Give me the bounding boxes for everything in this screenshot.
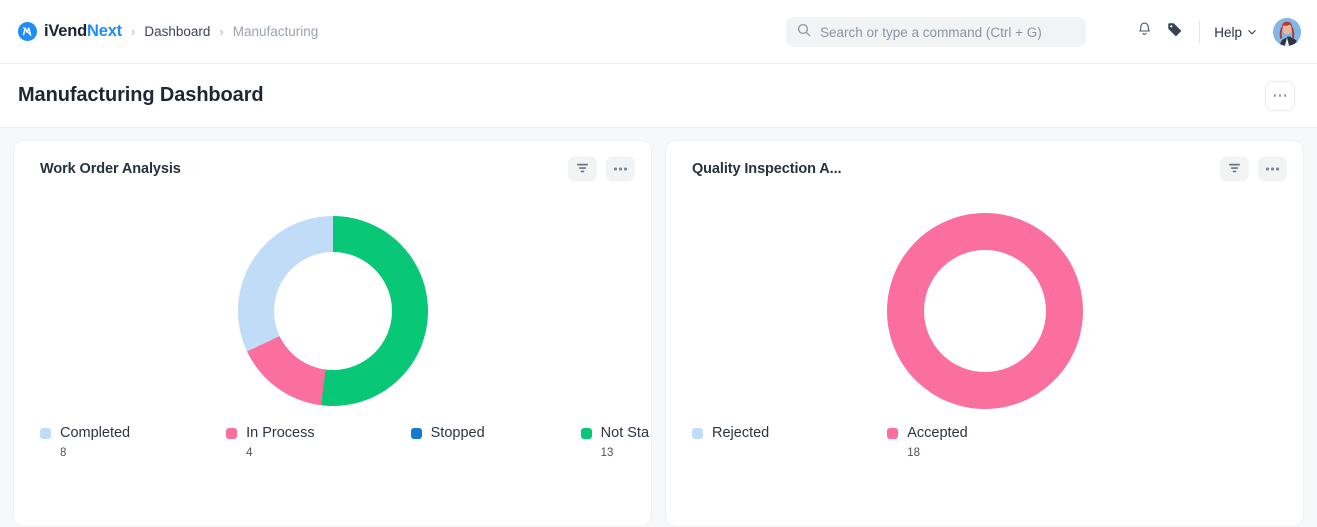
legend-value: 13 [600, 447, 614, 459]
donut-ring[interactable] [237, 216, 428, 406]
page-menu-button[interactable] [1265, 80, 1295, 111]
card-work-order-analysis: Work Order Analysis Completed 8 In Proce… [13, 140, 652, 527]
legend-label: Rejected [712, 425, 770, 441]
dashboard-body: Work Order Analysis Completed 8 In Proce… [0, 128, 1317, 527]
quality-inspection-donut-chart [666, 197, 1303, 425]
search-box[interactable] [786, 17, 1086, 47]
brand-text-secondary: Next [87, 22, 122, 40]
legend-swatch [692, 427, 703, 439]
chart-legend: Rejected Accepted 18 [666, 425, 1303, 461]
card-header: Work Order Analysis [14, 141, 651, 197]
filter-button[interactable] [1220, 156, 1249, 182]
card-menu-button[interactable] [606, 156, 635, 182]
legend-item[interactable]: Stopped [410, 425, 485, 461]
card-actions [1220, 156, 1287, 182]
legend-item[interactable]: Accepted 18 [887, 425, 968, 461]
page-header: Manufacturing Dashboard [0, 64, 1317, 128]
search-input[interactable] [820, 24, 1060, 40]
tag-icon [1166, 21, 1183, 43]
legend-swatch [887, 427, 899, 439]
legend-value: 18 [907, 447, 921, 459]
notifications-button[interactable] [1129, 17, 1159, 47]
tags-button[interactable] [1159, 17, 1189, 47]
breadcrumb-dashboard[interactable]: Dashboard [144, 24, 210, 39]
page-title: Manufacturing Dashboard [18, 84, 264, 106]
legend-row: Accepted [887, 425, 968, 441]
card-quality-inspection-analysis: Quality Inspection A... Rejected Accepte… [665, 140, 1304, 527]
donut-ring[interactable] [886, 213, 1083, 409]
legend-row: In Process [226, 425, 315, 441]
ivendnext-logo-icon [18, 22, 37, 41]
card-header: Quality Inspection A... [666, 141, 1303, 197]
card-title: Quality Inspection A... [692, 161, 842, 177]
navbar-divider [1199, 21, 1201, 43]
card-actions [568, 156, 635, 182]
legend-label: Completed [60, 425, 131, 441]
card-menu-button[interactable] [1258, 156, 1287, 182]
legend-label: In Process [246, 425, 315, 441]
legend-value [431, 447, 485, 461]
legend-swatch [40, 427, 51, 439]
donut-hole [923, 250, 1046, 372]
donut-hole [273, 252, 392, 370]
navbar-right-actions: Help [1129, 0, 1301, 64]
legend-value [712, 447, 769, 461]
legend-value: 8 [60, 447, 67, 459]
breadcrumb-separator-2: › [219, 24, 224, 39]
legend-item[interactable]: Not Sta 13 [580, 425, 650, 461]
legend-item[interactable]: In Process 4 [226, 425, 315, 461]
legend-item[interactable]: Completed 8 [40, 425, 130, 461]
legend-label: Not Sta [600, 425, 650, 441]
avatar[interactable] [1273, 18, 1301, 46]
legend-row: Rejected [692, 425, 769, 441]
filter-icon [576, 160, 589, 178]
filter-icon [1228, 160, 1241, 178]
legend-row: Not Sta [580, 425, 650, 441]
help-label: Help [1214, 24, 1242, 40]
ellipsis-icon [1273, 94, 1287, 97]
legend-label: Stopped [430, 425, 485, 441]
brand-logo[interactable]: iVendNext [18, 22, 122, 41]
help-menu-button[interactable]: Help [1212, 21, 1259, 44]
ellipsis-icon [614, 167, 627, 171]
chevron-down-icon [1247, 25, 1257, 40]
legend-item[interactable]: Rejected [692, 425, 769, 461]
legend-swatch [410, 427, 422, 439]
work-order-donut-chart [14, 197, 651, 425]
bell-icon [1136, 21, 1153, 43]
filter-button[interactable] [568, 156, 597, 182]
legend-value: 4 [246, 447, 253, 459]
search-icon [797, 23, 811, 42]
brand-text-primary: iVend [44, 22, 88, 40]
legend-row: Completed [40, 425, 130, 441]
chart-legend: Completed 8 In Process 4 Stopped Not Sta 13 [14, 425, 651, 461]
top-navbar: iVendNext › Dashboard › Manufacturing Se… [0, 0, 1317, 64]
card-title: Work Order Analysis [40, 161, 181, 177]
legend-row: Stopped [410, 425, 485, 441]
page-header-actions [1265, 80, 1295, 111]
legend-swatch [226, 427, 238, 439]
ellipsis-icon [1266, 167, 1279, 171]
legend-label: Accepted [907, 425, 968, 441]
global-search[interactable] [786, 17, 1086, 47]
breadcrumb-separator-1: › [130, 24, 136, 39]
legend-swatch [580, 427, 592, 439]
breadcrumb-manufacturing: Manufacturing [232, 24, 319, 39]
brand-wordmark: iVendNext [44, 22, 122, 41]
